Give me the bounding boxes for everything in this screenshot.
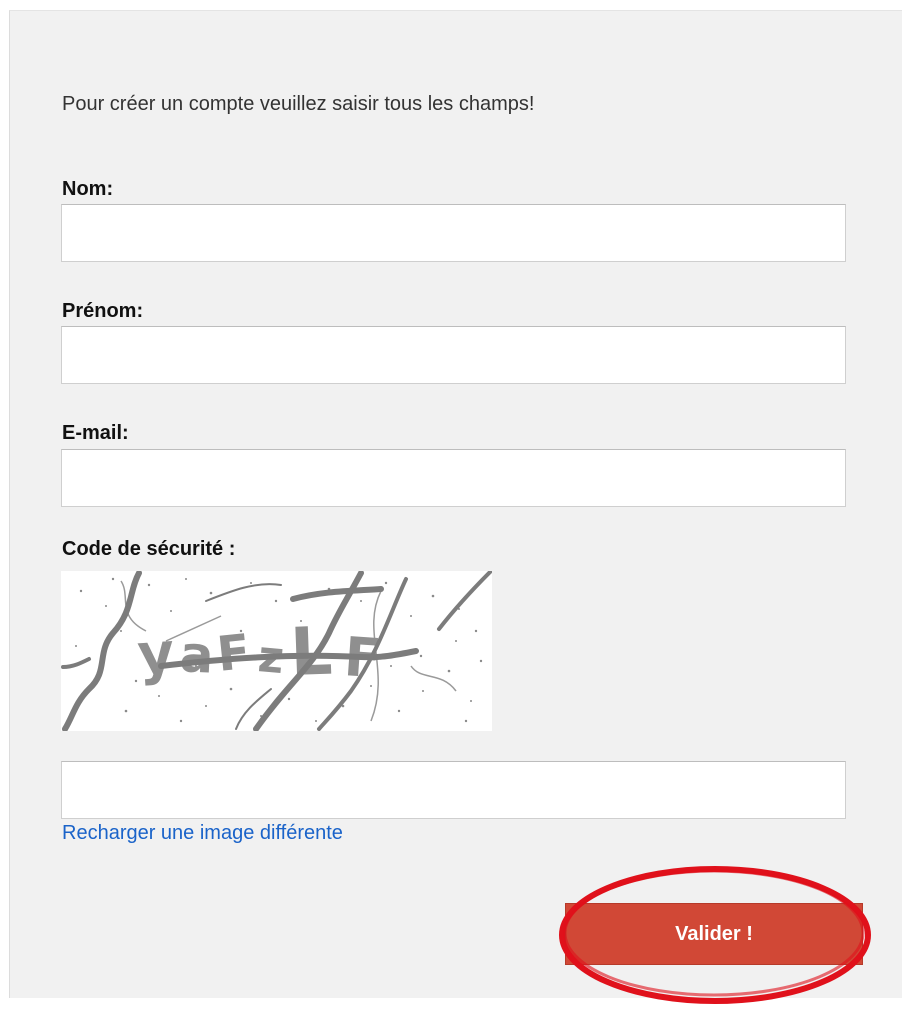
captcha-image: y a F z L F [61, 571, 492, 731]
prenom-input[interactable] [61, 326, 846, 384]
svg-text:y: y [135, 621, 176, 688]
prenom-label: Prénom: [62, 300, 144, 322]
signup-form-panel: Pour créer un compte veuillez saisir tou… [9, 10, 902, 1004]
svg-text:a: a [178, 625, 215, 685]
email-label: E-mail: [62, 422, 129, 444]
form-intro-text: Pour créer un compte veuillez saisir tou… [62, 93, 535, 115]
nom-label: Nom: [62, 178, 114, 200]
security-code-label: Code de sécurité : [62, 538, 236, 560]
security-code-input[interactable] [61, 761, 846, 819]
svg-text:F: F [214, 624, 252, 683]
captcha-graphic: y a F z L F [61, 571, 492, 731]
nom-input[interactable] [61, 204, 846, 262]
email-input[interactable] [61, 449, 846, 507]
reload-captcha-link[interactable]: Recharger une image différente [62, 822, 343, 845]
validate-button[interactable]: Valider ! [565, 903, 863, 965]
